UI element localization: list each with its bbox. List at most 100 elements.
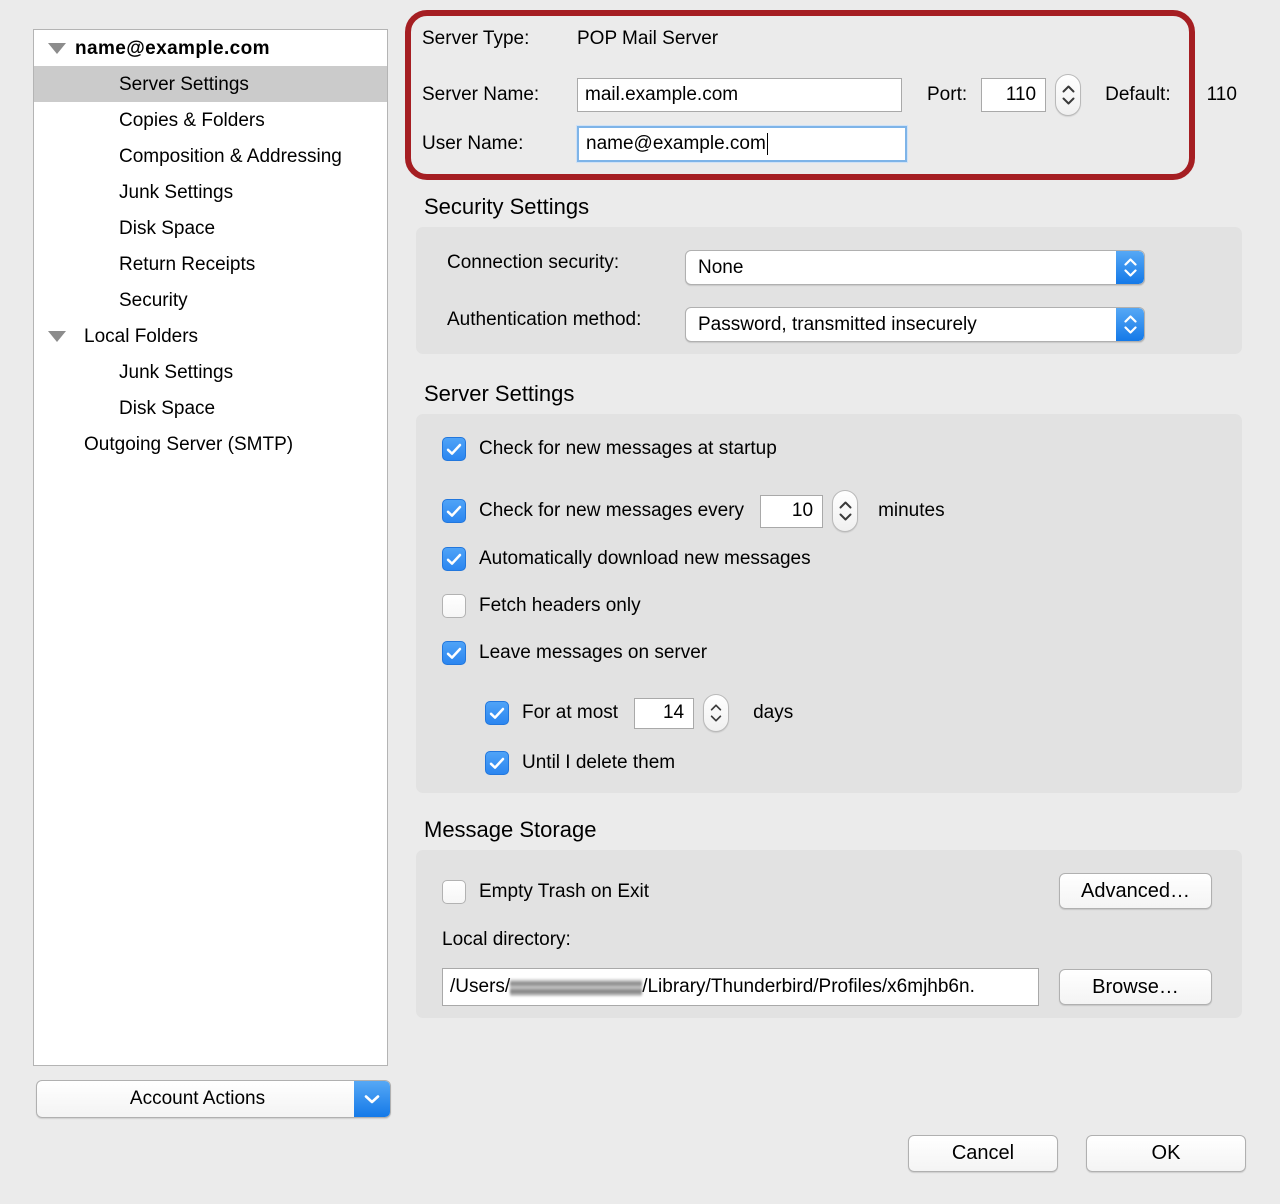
- tree-item-label: Disk Space: [119, 397, 216, 419]
- advanced-button[interactable]: Advanced…: [1059, 873, 1212, 909]
- fetch-headers-label: Fetch headers only: [479, 595, 641, 616]
- stepper-down-icon[interactable]: [1062, 97, 1075, 105]
- server-type-row: Server Type: POP Mail Server: [422, 28, 718, 50]
- account-tree[interactable]: name@example.com Server Settings Copies …: [33, 29, 388, 1066]
- tree-item-composition-and-addressing[interactable]: Composition & Addressing: [34, 138, 387, 174]
- for-at-most-stepper[interactable]: [703, 694, 730, 732]
- tree-item-copies-and-folders[interactable]: Copies & Folders: [34, 102, 387, 138]
- tree-item-label: Junk Settings: [119, 361, 234, 383]
- auto-download-checkbox[interactable]: [442, 547, 466, 571]
- server-type-value: POP Mail Server: [577, 28, 719, 49]
- leave-on-server-row[interactable]: Leave messages on server: [442, 641, 707, 665]
- disclosure-triangle-down-icon[interactable]: [48, 42, 66, 54]
- local-directory-input[interactable]: /Users/ /Library/Thunderbird/Profiles/x6m…: [442, 968, 1039, 1006]
- local-directory-prefix: /Users/: [450, 976, 511, 997]
- default-port-value: 110: [1206, 84, 1237, 105]
- for-at-most-label: For at most: [522, 702, 619, 723]
- stepper-down-icon[interactable]: [710, 715, 722, 722]
- port-input[interactable]: 110: [981, 78, 1047, 112]
- tree-item-security[interactable]: Security: [34, 282, 387, 318]
- for-at-most-unit-label: days: [753, 702, 794, 723]
- port-stepper[interactable]: [1055, 74, 1082, 116]
- empty-trash-label: Empty Trash on Exit: [479, 881, 650, 902]
- select-down-arrow-icon: [1123, 326, 1137, 334]
- check-every-label: Check for new messages every: [479, 500, 745, 521]
- browse-button[interactable]: Browse…: [1059, 969, 1212, 1005]
- leave-on-server-label: Leave messages on server: [479, 642, 708, 663]
- account-actions-label: Account Actions: [129, 1088, 266, 1109]
- tree-item-label: Outgoing Server (SMTP): [84, 433, 294, 455]
- user-name-input-value: name@example.com: [586, 133, 766, 154]
- tree-item-local-disk-space[interactable]: Disk Space: [34, 390, 387, 426]
- tree-item-label: Disk Space: [119, 217, 216, 239]
- until-delete-label: Until I delete them: [522, 752, 676, 773]
- connection-security-select[interactable]: None: [685, 250, 1145, 285]
- select-arrows-icon[interactable]: [1116, 308, 1144, 341]
- for-at-most-checkbox[interactable]: [485, 701, 509, 725]
- check-at-startup-checkbox[interactable]: [442, 437, 466, 461]
- check-every-row[interactable]: Check for new messages every 10 minutes: [442, 490, 945, 532]
- auto-download-row[interactable]: Automatically download new messages: [442, 547, 811, 571]
- tree-item-local-junk-settings[interactable]: Junk Settings: [34, 354, 387, 390]
- leave-on-server-checkbox[interactable]: [442, 641, 466, 665]
- check-every-checkbox[interactable]: [442, 499, 466, 523]
- chevron-down-icon[interactable]: [354, 1081, 390, 1117]
- select-up-arrow-icon: [1123, 258, 1137, 266]
- select-down-arrow-icon: [1123, 269, 1137, 277]
- stepper-up-icon[interactable]: [839, 501, 852, 509]
- local-directory-label: Local directory:: [442, 929, 571, 950]
- ok-button[interactable]: OK: [1086, 1135, 1246, 1172]
- text-caret: [766, 133, 768, 155]
- tree-item-return-receipts[interactable]: Return Receipts: [34, 246, 387, 282]
- stepper-up-icon[interactable]: [710, 704, 722, 711]
- user-name-row: User Name: name@example.com: [422, 126, 907, 162]
- select-up-arrow-icon: [1123, 315, 1137, 323]
- select-arrows-icon[interactable]: [1116, 251, 1144, 284]
- authentication-method-label: Authentication method:: [447, 309, 642, 330]
- for-at-most-input[interactable]: 14: [634, 697, 695, 729]
- stepper-down-icon[interactable]: [839, 513, 852, 521]
- until-delete-row[interactable]: Until I delete them: [485, 751, 675, 775]
- fetch-headers-row[interactable]: Fetch headers only: [442, 594, 641, 618]
- stepper-up-icon[interactable]: [1062, 85, 1075, 93]
- tree-item-label: Composition & Addressing: [119, 145, 342, 167]
- empty-trash-row[interactable]: Empty Trash on Exit: [442, 880, 649, 904]
- check-every-stepper[interactable]: [832, 490, 859, 532]
- server-name-input[interactable]: mail.example.com: [577, 78, 902, 112]
- tree-item-label: Server Settings: [119, 73, 249, 95]
- tree-item-account-root[interactable]: name@example.com: [34, 30, 387, 66]
- message-storage-title: Message Storage: [424, 817, 597, 842]
- cancel-button[interactable]: Cancel: [908, 1135, 1058, 1172]
- redacted-username-bar: [510, 978, 643, 996]
- tree-item-outgoing-server-smtp[interactable]: Outgoing Server (SMTP): [34, 426, 387, 462]
- server-name-row: Server Name: mail.example.com Port: 110 …: [422, 74, 1237, 116]
- tree-item-label: Junk Settings: [119, 181, 234, 203]
- check-every-input[interactable]: 10: [760, 494, 824, 528]
- disclosure-triangle-down-icon[interactable]: [48, 330, 66, 342]
- user-name-input[interactable]: name@example.com: [577, 126, 907, 162]
- authentication-method-select[interactable]: Password, transmitted insecurely: [685, 307, 1145, 342]
- authentication-method-value: Password, transmitted insecurely: [698, 313, 977, 335]
- for-at-most-row[interactable]: For at most 14 days: [485, 694, 793, 732]
- tree-item-server-settings[interactable]: Server Settings: [34, 66, 387, 102]
- tree-item-label: Security: [119, 289, 188, 311]
- authentication-method-row: Authentication method:: [447, 309, 687, 331]
- server-settings-title: Server Settings: [424, 381, 575, 406]
- security-settings-title: Security Settings: [424, 194, 590, 219]
- server-type-label: Server Type:: [422, 28, 530, 49]
- empty-trash-checkbox[interactable]: [442, 880, 466, 904]
- port-label: Port:: [927, 84, 968, 105]
- tree-item-local-folders[interactable]: Local Folders: [34, 318, 387, 354]
- check-at-startup-row[interactable]: Check for new messages at startup: [442, 437, 777, 461]
- fetch-headers-checkbox[interactable]: [442, 594, 466, 618]
- left-pane: name@example.com Server Settings Copies …: [0, 0, 400, 1204]
- tree-item-label: name@example.com: [75, 37, 270, 59]
- tree-item-disk-space[interactable]: Disk Space: [34, 210, 387, 246]
- local-directory-suffix: /Library/Thunderbird/Profiles/x6mjhb6n.: [642, 976, 975, 997]
- until-delete-checkbox[interactable]: [485, 751, 509, 775]
- account-actions-button[interactable]: Account Actions: [36, 1080, 391, 1118]
- check-every-unit-label: minutes: [878, 500, 945, 521]
- user-name-label: User Name:: [422, 133, 524, 154]
- tree-item-junk-settings[interactable]: Junk Settings: [34, 174, 387, 210]
- default-port-label: Default:: [1105, 84, 1171, 105]
